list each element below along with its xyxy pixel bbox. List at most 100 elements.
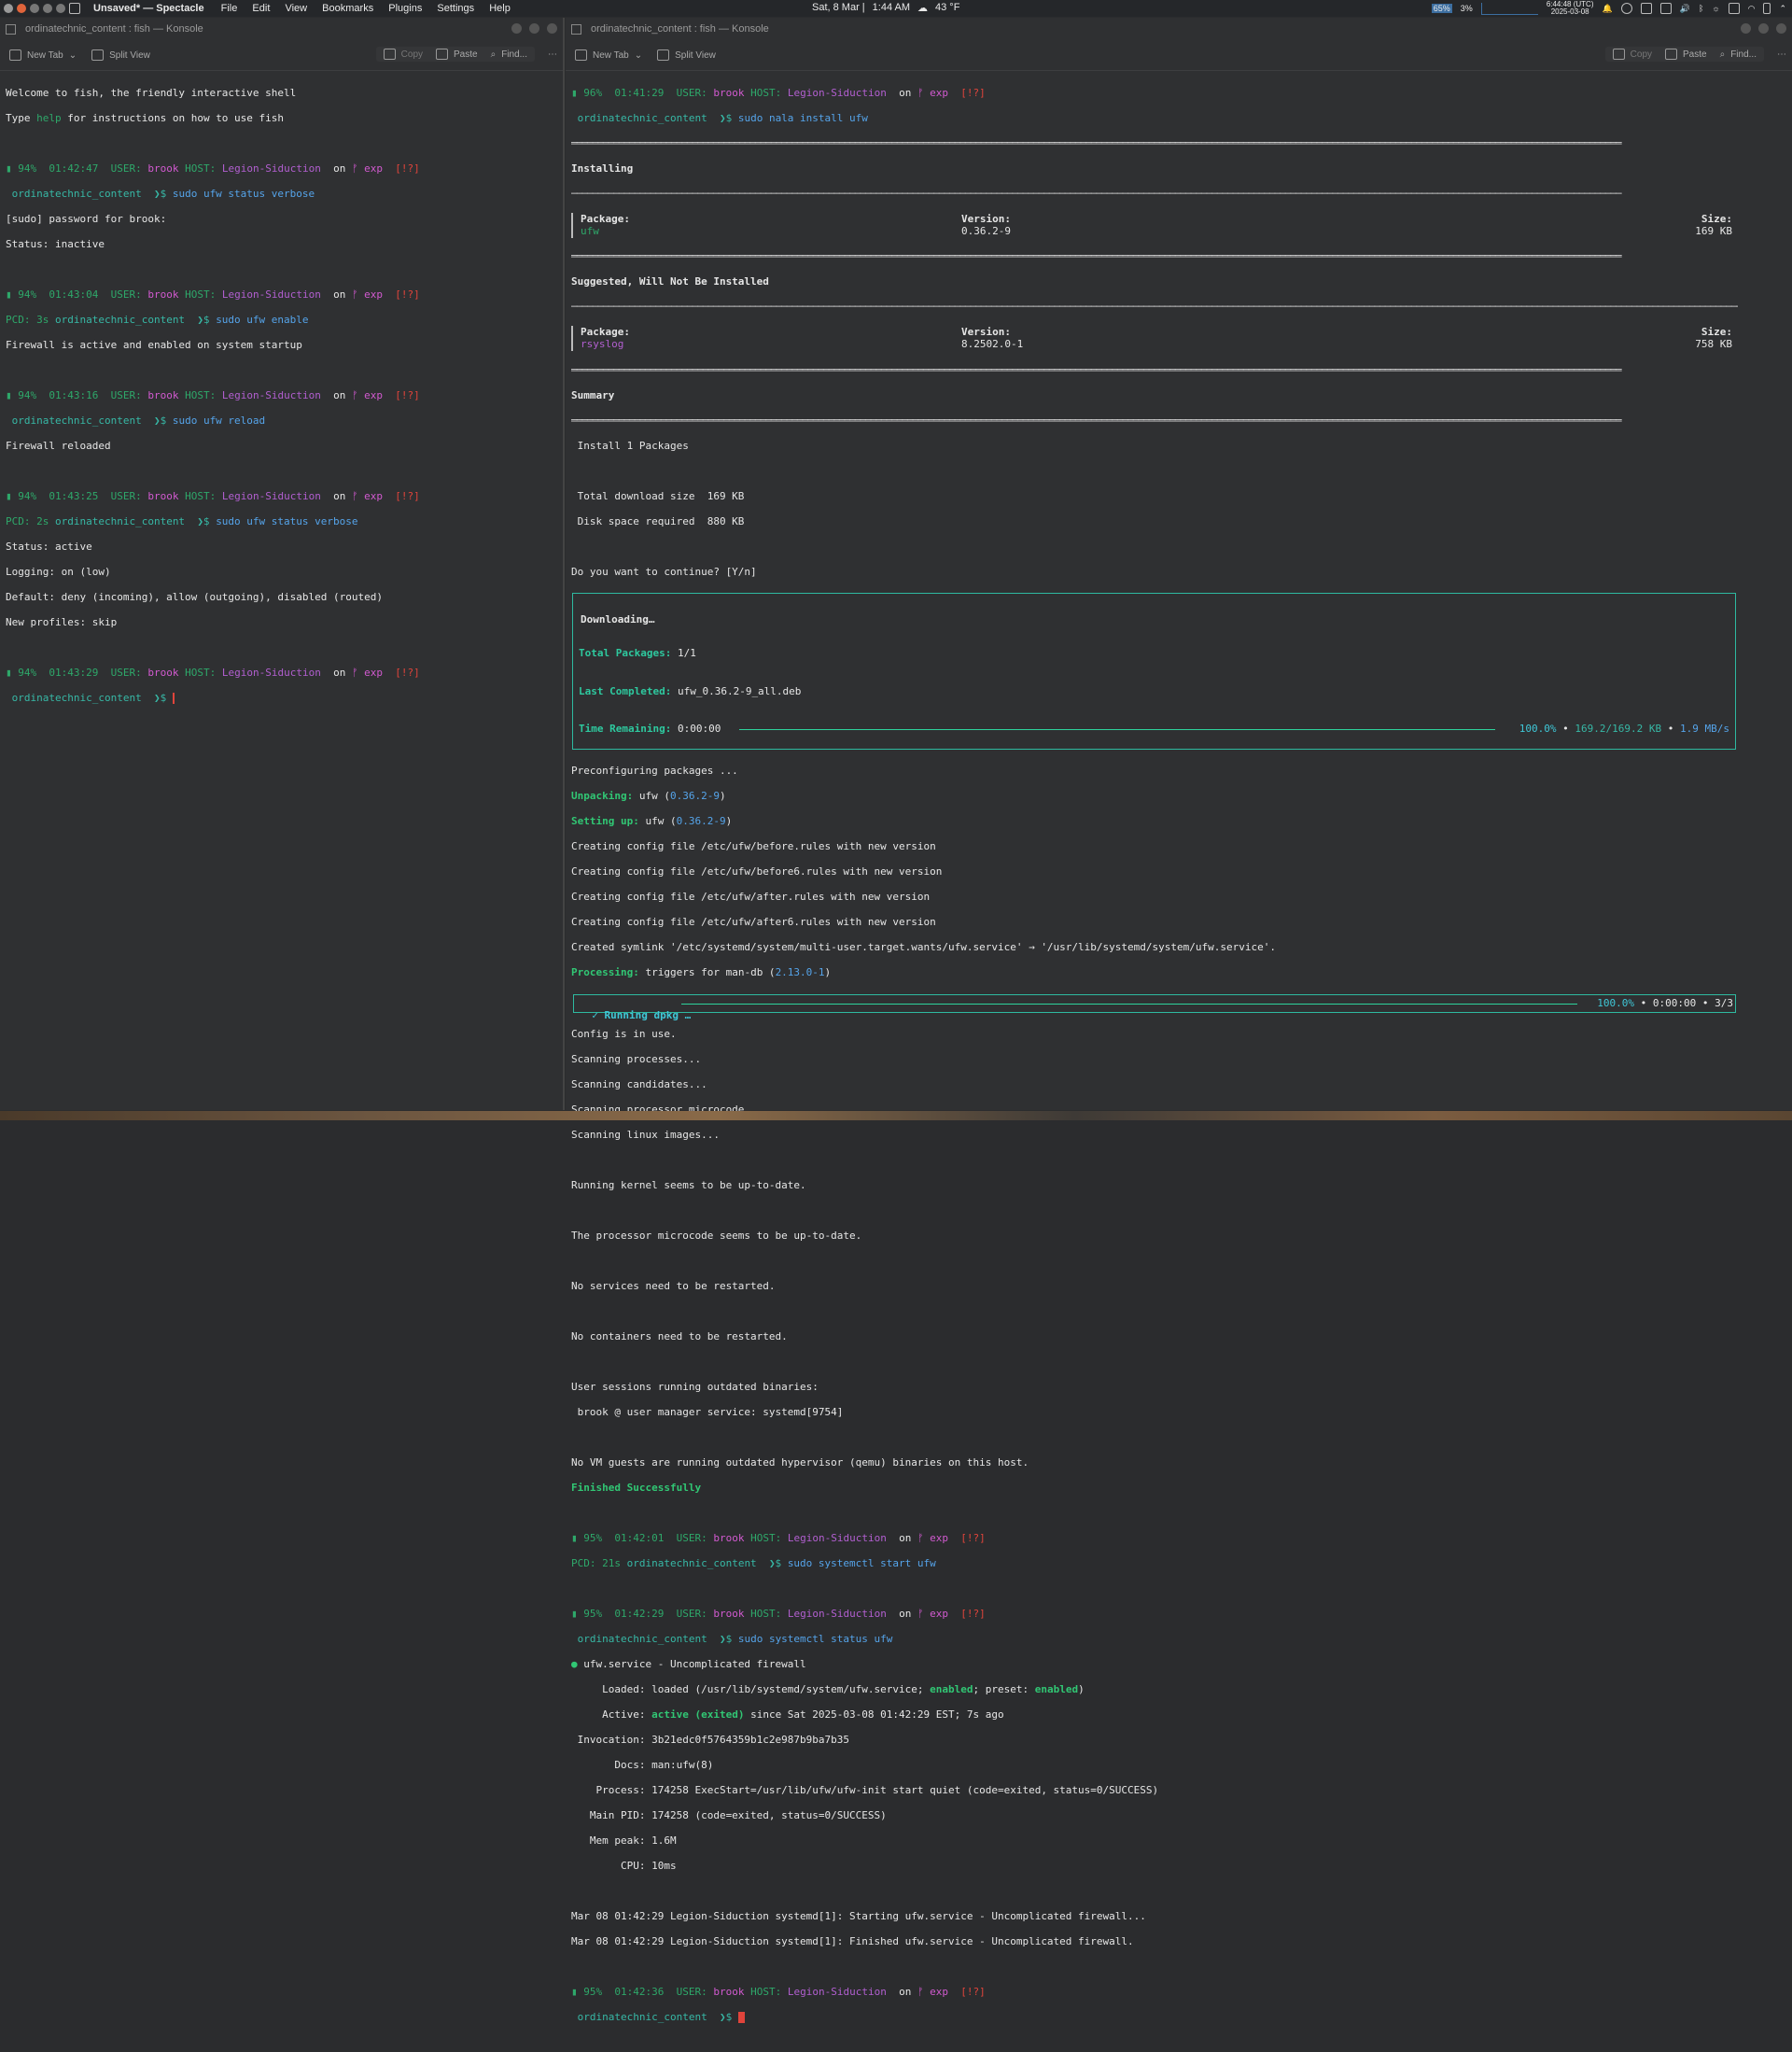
service-title: ● ufw.service - Uncomplicated firewall [571, 1658, 806, 1670]
loaded-line: Loaded: loaded (/usr/lib/systemd/system/… [571, 1683, 1085, 1695]
weather-label: 43 °F [935, 2, 960, 13]
setup-line: Setting up: ufw (0.36.2-9) [571, 814, 733, 827]
find-label: Find... [1730, 49, 1757, 60]
journal-line: Mar 08 01:42:29 Legion-Siduction systemd… [571, 1910, 1146, 1922]
expand-tray-icon[interactable]: ⌃ [1779, 4, 1786, 14]
window-dot-icon[interactable] [30, 4, 39, 13]
wifi-icon[interactable]: ◠ [1748, 4, 1756, 14]
clipboard-icon[interactable] [1659, 3, 1672, 14]
left-titlebar[interactable]: ordinatechnic_content : fish — Konsole [0, 18, 563, 40]
menu-icon[interactable]: ⋯ [548, 49, 557, 60]
right-window-title: ordinatechnic_content : fish — Konsole [591, 23, 769, 35]
separator: ════════════════════════════════════════… [571, 250, 1622, 262]
output-line: Default: deny (incoming), allow (outgoin… [6, 590, 383, 603]
minimize-button[interactable] [1741, 23, 1751, 34]
prompt-line: ▮ 94% 01:43:04 USER: brook HOST: Legion-… [6, 288, 420, 301]
download-speed: 1.9 MB/s [1680, 723, 1729, 735]
col-version: Version: [961, 212, 1011, 225]
close-button[interactable] [1776, 23, 1786, 34]
copy-button[interactable]: Copy [383, 49, 423, 60]
bluetooth-icon[interactable]: ᛒ [1699, 4, 1703, 13]
paste-button[interactable]: Paste [436, 49, 478, 60]
chevron-down-icon[interactable]: ⌄ [69, 50, 77, 61]
summary-header: Summary [571, 388, 615, 401]
menu-icon[interactable]: ⋯ [1777, 49, 1786, 60]
scan-line: Config is in use. [571, 1028, 677, 1040]
window-dot-icon[interactable] [56, 4, 65, 13]
split-view-button[interactable]: Split View [657, 49, 716, 61]
process-line: Process: 174258 ExecStart=/usr/lib/ufw/u… [571, 1784, 1159, 1796]
download-total: Total Packages: 1/1 [579, 647, 696, 659]
install-table: Package: Version: Size: ufw 0.36.2-9 169… [571, 212, 1738, 238]
record-icon[interactable] [17, 4, 26, 13]
separator: ────────────────────────────────────────… [571, 301, 1738, 313]
menu-view[interactable]: View [285, 3, 307, 14]
right-terminal-output[interactable]: ▮ 96% 01:41:29 USER: brook HOST: Legion-… [566, 71, 1743, 2052]
microcode-line: The processor microcode seems to be up-t… [571, 1230, 862, 1242]
utc-clock[interactable]: 6:44:48 (UTC) 2025-03-08 [1547, 1, 1594, 16]
col-package: Package: [581, 326, 630, 338]
terminal-icon[interactable] [1640, 3, 1652, 14]
menu-edit[interactable]: Edit [252, 3, 270, 14]
search-icon: ⌕ [1719, 49, 1726, 60]
menu-file[interactable]: File [221, 3, 238, 14]
desktop-wallpaper-strip [0, 1111, 1792, 1120]
left-window-title: ordinatechnic_content : fish — Konsole [25, 23, 203, 35]
continue-prompt: Do you want to continue? [Y/n] [571, 565, 757, 578]
konsole-icon [571, 23, 581, 35]
col-version: Version: [961, 326, 1011, 338]
split-view-icon [657, 49, 670, 61]
command-line[interactable]: ordinatechnic_content ❯$ [6, 692, 557, 705]
split-view-button[interactable]: Split View [91, 49, 150, 61]
find-button[interactable]: ⌕ Find... [1720, 49, 1757, 60]
battery-icon[interactable] [1763, 3, 1771, 14]
copy-icon [383, 49, 396, 60]
maximize-button[interactable] [529, 23, 539, 34]
clock[interactable]: Sat, 8 Mar | 1:44 AM ☁ 43 °F [812, 2, 959, 14]
screen-icon[interactable] [69, 3, 80, 14]
menu-plugins[interactable]: Plugins [388, 3, 422, 14]
active-line: Active: active (exited) since Sat 2025-0… [571, 1708, 1004, 1721]
app-launcher-icon[interactable] [4, 4, 13, 13]
vm-line: No VM guests are running outdated hyperv… [571, 1456, 1029, 1469]
menu-settings[interactable]: Settings [437, 3, 474, 14]
copy-button[interactable]: Copy [1612, 49, 1652, 60]
new-tab-label: New Tab [27, 49, 63, 61]
notifications-icon[interactable]: 🔔 [1603, 4, 1613, 14]
maximize-button[interactable] [1758, 23, 1769, 34]
paste-button[interactable]: Paste [1665, 49, 1707, 60]
symlink-line: Created symlink '/etc/systemd/system/mul… [571, 940, 1276, 953]
dpkg-box: ✓ Running dpkg … 100.0% • 0:00:00 • 3/3 [573, 993, 1736, 1021]
minimize-button[interactable] [511, 23, 522, 34]
volume-icon[interactable]: 🔊 [1680, 4, 1690, 14]
system-tray: 65% 3% 6:44:48 (UTC) 2025-03-08 🔔 🔊 ᛒ ☼ … [1431, 1, 1786, 16]
menu-help[interactable]: Help [489, 3, 511, 14]
prompt-line: ▮ 95% 01:42:01 USER: brook HOST: Legion-… [571, 1532, 986, 1544]
left-terminal-output[interactable]: Welcome to fish, the friendly interactiv… [0, 71, 563, 732]
find-button[interactable]: ⌕ Find... [491, 49, 527, 60]
split-view-label: Split View [109, 49, 150, 61]
menu-bookmarks[interactable]: Bookmarks [322, 3, 373, 14]
processing-line: Processing: triggers for man-db (2.13.0-… [571, 965, 832, 978]
display-icon[interactable] [1728, 3, 1740, 14]
output-line: Logging: on (low) [6, 565, 111, 578]
prompt-line: ▮ 94% 01:42:47 USER: brook HOST: Legion-… [6, 162, 420, 175]
new-tab-button[interactable]: New Tab ⌄ [575, 49, 642, 61]
cpu-label: 65% [1431, 4, 1452, 13]
services-line: No services need to be restarted. [571, 1280, 776, 1292]
right-titlebar[interactable]: ordinatechnic_content : fish — Konsole [566, 18, 1792, 40]
new-tab-button[interactable]: New Tab ⌄ [9, 49, 77, 61]
output-line: Status: inactive [6, 237, 105, 250]
chevron-down-icon[interactable]: ⌄ [635, 50, 642, 61]
right-toolbar: New Tab ⌄ Split View Copy Paste ⌕ Find... … [566, 40, 1792, 71]
updates-icon[interactable] [1620, 3, 1632, 14]
invocation-line: Invocation: 3b21edc0f5764359b1c2e987b9ba… [571, 1734, 850, 1746]
command-line[interactable]: ordinatechnic_content ❯$ [571, 2011, 1738, 2024]
cpu-line: CPU: 10ms [571, 1860, 677, 1872]
brightness-icon[interactable]: ☼ [1712, 4, 1719, 13]
download-remaining: Time Remaining: 0:00:00 100.0% • 169.2/1… [579, 723, 1729, 735]
find-label: Find... [501, 49, 527, 60]
close-button[interactable] [547, 23, 557, 34]
window-dot-icon[interactable] [43, 4, 52, 13]
separator: ────────────────────────────────────────… [571, 187, 1622, 200]
